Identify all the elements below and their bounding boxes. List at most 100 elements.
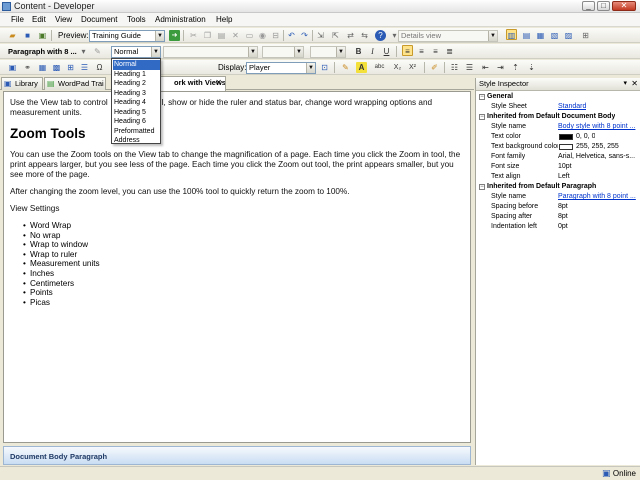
collapse-icon[interactable]: − [479, 184, 485, 190]
menu-document[interactable]: Document [81, 15, 117, 24]
strikethrough-icon[interactable]: abc [374, 62, 385, 73]
close-button[interactable]: ✕ [612, 1, 636, 11]
menu-view[interactable]: View [55, 15, 72, 24]
style-select[interactable]: Normal ▼ [111, 46, 161, 58]
style-option-heading-1[interactable]: Heading 1 [113, 70, 160, 80]
minimize-button[interactable]: _ [582, 1, 595, 11]
insert-field-icon[interactable]: ▣ [7, 62, 18, 73]
panel-close-icon[interactable]: ✕ [631, 78, 638, 90]
cut-icon[interactable]: ✂ [188, 30, 199, 41]
body-style-name-link[interactable]: Body style with 8 point ... [558, 122, 638, 131]
align-center-icon[interactable]: ≡ [416, 46, 427, 57]
redo-icon[interactable]: ↷ [299, 30, 310, 41]
link-icon[interactable]: ⚭ [22, 62, 33, 73]
grid-icon[interactable]: ⊞ [65, 62, 76, 73]
style-toggle-icon[interactable]: ▾ [78, 46, 89, 57]
display-select[interactable]: Player ▼ [246, 62, 316, 74]
view-select[interactable]: Details view ▼ [398, 30, 498, 42]
table-icon[interactable]: ▦ [37, 62, 48, 73]
subscript-icon[interactable]: X₂ [392, 62, 403, 73]
style-option-preformatted[interactable]: Preformatted [113, 127, 160, 137]
check-in-icon[interactable]: ⇲ [315, 30, 326, 41]
style-option-heading-3[interactable]: Heading 3 [113, 89, 160, 99]
font-color-icon[interactable]: A [356, 62, 367, 73]
collapse-icon[interactable]: − [479, 94, 485, 100]
italic-icon[interactable]: I [367, 46, 378, 57]
collapse-icon[interactable]: − [479, 114, 485, 120]
sync-icon[interactable]: ⇄ [345, 30, 356, 41]
tab-library[interactable]: ▣ Library [1, 77, 43, 90]
justify-icon[interactable]: ≣ [444, 46, 455, 57]
style-option-address[interactable]: Address [113, 136, 160, 146]
brush-icon[interactable]: ✎ [92, 46, 103, 57]
style-option-normal[interactable]: Normal [113, 60, 160, 70]
find-icon[interactable]: ◉ [257, 30, 268, 41]
transfer-icon[interactable]: ⇆ [359, 30, 370, 41]
menu-tools[interactable]: Tools [127, 15, 146, 24]
maximize-button[interactable]: □ [597, 1, 610, 11]
underline-icon[interactable]: U [381, 46, 392, 57]
highlight-icon[interactable]: ✎ [340, 62, 351, 73]
style-option-heading-4[interactable]: Heading 4 [113, 98, 160, 108]
menu-file[interactable]: File [11, 15, 24, 24]
align-left-icon[interactable]: ≡ [402, 45, 413, 56]
document-content[interactable]: Use the View tab to control l, show or hi… [10, 98, 468, 307]
bullets-icon[interactable]: ☷ [449, 62, 460, 73]
tab-work-with-views[interactable]: ork with Views ✕ [160, 76, 226, 91]
preview-select[interactable]: Training Guide ▼ [89, 30, 165, 42]
font-family-select[interactable]: ▼ [163, 46, 258, 58]
list-icon[interactable]: ☰ [79, 62, 90, 73]
document-editor[interactable]: Use the View tab to control l, show or hi… [3, 91, 471, 443]
save-icon[interactable]: ■ [22, 30, 33, 41]
paragraph-style-name-link[interactable]: Paragraph with 8 point ... [558, 192, 638, 201]
save-as-icon[interactable]: ▣ [37, 30, 48, 41]
layout-four-icon[interactable]: ▧ [549, 30, 560, 41]
chevron-down-icon: ▼ [488, 31, 497, 41]
properties-icon[interactable]: ▭ [244, 30, 255, 41]
layout-five-icon[interactable]: ▨ [563, 30, 574, 41]
tab-close-icon[interactable]: ✕ [215, 77, 222, 89]
undo-icon[interactable]: ↶ [286, 30, 297, 41]
zoom-icon[interactable]: ⊡ [319, 62, 330, 73]
paste-icon[interactable]: ▤ [216, 30, 227, 41]
replace-icon[interactable]: ⊟ [270, 30, 281, 41]
superscript-icon[interactable]: X² [407, 62, 418, 73]
eraser-icon[interactable]: ✐ [429, 62, 440, 73]
outdent-icon[interactable]: ⇤ [480, 62, 491, 73]
spacing-up-icon[interactable]: ⇡ [510, 62, 521, 73]
go-arrow-icon[interactable]: ➜ [169, 30, 180, 41]
align-right-icon[interactable]: ≡ [430, 46, 441, 57]
menu-administration[interactable]: Administration [155, 15, 206, 24]
check-out-icon[interactable]: ⇱ [330, 30, 341, 41]
layout-two-icon[interactable]: ▤ [521, 30, 532, 41]
numbering-icon[interactable]: ☰ [464, 62, 475, 73]
spacing-down-icon[interactable]: ⇣ [526, 62, 537, 73]
copy-icon[interactable]: ❐ [202, 30, 213, 41]
layout-one-icon[interactable]: ▥ [506, 29, 517, 40]
list-item: No wrap [23, 231, 468, 241]
layout-three-icon[interactable]: ▦ [535, 30, 546, 41]
open-folder-icon[interactable]: ▰ [7, 30, 18, 41]
style-option-heading-5[interactable]: Heading 5 [113, 108, 160, 118]
style-option-heading-2[interactable]: Heading 2 [113, 79, 160, 89]
indent-icon[interactable]: ⇥ [495, 62, 506, 73]
font-size-select[interactable]: ▼ [262, 46, 304, 58]
chevron-down-icon: ▼ [151, 47, 160, 57]
menu-edit[interactable]: Edit [32, 15, 46, 24]
delete-icon[interactable]: ✕ [230, 30, 241, 41]
style-sheet-link[interactable]: Standard [558, 102, 586, 111]
path-document-body[interactable]: Document Body [10, 452, 68, 461]
symbol-icon[interactable]: Ω [94, 62, 105, 73]
color-select[interactable]: ▼ [310, 46, 346, 58]
pin-icon[interactable]: ▾ [623, 78, 627, 90]
view-settings-label: View Settings [10, 204, 60, 213]
document-tabs: ▣ Library ▤ WordPad Trai ork with Views … [0, 76, 474, 91]
path-paragraph[interactable]: Paragraph [70, 452, 107, 461]
menu-help[interactable]: Help [216, 15, 232, 24]
tab-wordpad-training[interactable]: ▤ WordPad Trai [44, 77, 106, 90]
window-list-icon[interactable]: ⊞ [580, 30, 591, 41]
image-icon[interactable]: ▩ [51, 62, 62, 73]
style-option-heading-6[interactable]: Heading 6 [113, 117, 160, 127]
help-icon[interactable]: ? [375, 30, 386, 41]
bold-icon[interactable]: B [353, 46, 364, 57]
